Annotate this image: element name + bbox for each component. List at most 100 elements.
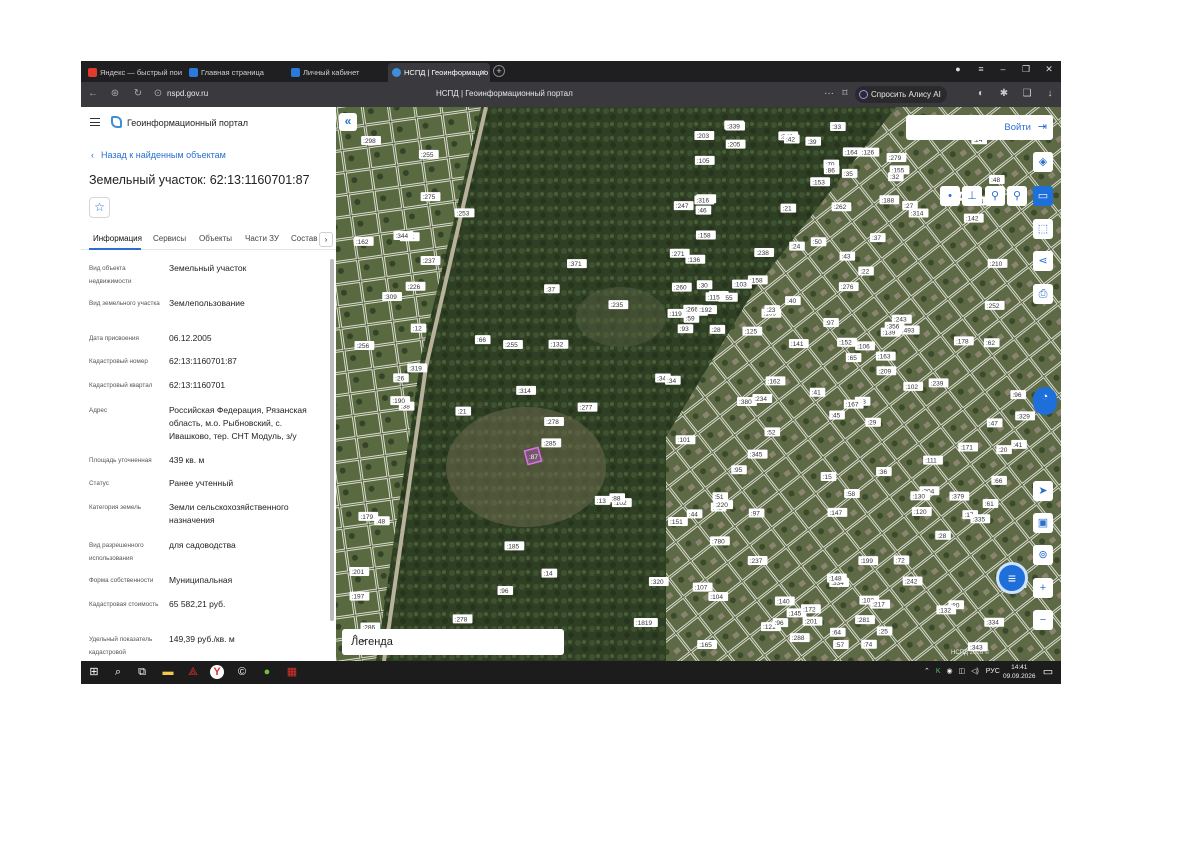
volume-icon[interactable]: ◁) [971,668,979,675]
ruler-icon[interactable]: ▭ [1033,186,1053,206]
parcel-label: :217 [872,602,885,609]
parcel-label: :171 [960,444,973,451]
parcel-label: :24 [791,244,800,251]
windows-taskbar: ⊞ ⌕ ⧉ ▬ ⟁ Y © ● ▦ ⌃ K ◉ ◫ ◁) РУС 14:41 0… [81,661,1061,684]
login-button[interactable]: Войти ⇥ [906,115,1053,140]
print-icon[interactable]: ⎙ [1033,284,1053,304]
measure-line-icon[interactable]: ⊥ [962,186,982,206]
ask-alisa-button[interactable]: Спросить Алису AI [855,86,947,103]
tab-parts[interactable]: Части ЗУ [245,234,279,243]
app-icon[interactable]: © [235,665,249,679]
file-explorer-icon[interactable]: ▬ [161,665,175,679]
parcel-label: :314 [911,211,924,218]
panel-scrollbar[interactable] [330,259,334,621]
new-tab-button[interactable]: + [493,65,505,77]
locate-icon[interactable]: ➤ [1033,481,1053,501]
parcel-label: :20 [998,447,1007,454]
minimize-icon[interactable]: – [996,64,1010,74]
chevron-left-icon: ‹ [91,150,94,160]
network-icon[interactable]: ◫ [959,668,966,675]
yandex-browser-taskbar-icon[interactable]: Y [210,665,224,679]
yandex-browser-icon[interactable]: ⊛ [108,88,122,99]
tray-arrow-icon[interactable]: ⌃ [924,668,930,675]
legend-dropdown[interactable]: Легенда ⌃⌄ [342,629,564,655]
back-to-results-link[interactable]: ‹ Назад к найденным объектам [91,150,226,160]
parcel-label: :50 [813,239,822,246]
zoom-in-button[interactable]: + [1033,578,1053,598]
tab-personal-account[interactable]: Личный кабинет [287,63,385,82]
point-tool-icon[interactable]: • [940,186,960,206]
parcel-label: :345 [750,452,763,459]
favorite-star-button[interactable]: ☆ [89,197,110,218]
pin-icon[interactable]: ⊚ [1033,545,1053,565]
share-icon[interactable]: ⋖ [1033,251,1053,271]
parcel-label: :158 [698,233,711,240]
reload-icon[interactable]: ↻ [131,88,145,99]
app-green-icon[interactable]: ● [260,665,274,679]
shield-icon[interactable]: ◐ [974,88,988,99]
collapse-panel-button[interactable]: « [339,113,357,131]
parcel-label: :52 [766,429,775,436]
extensions-icon[interactable]: ✱ [997,88,1011,99]
parcel-label: :239 [931,380,944,387]
tabs-scroll-right-button[interactable]: › [319,232,333,247]
parcel-label: :277 [580,405,593,412]
system-tray: ⌃ K ◉ ◫ ◁) РУС [924,667,1000,675]
screenshot-frame: Яндекс — быстрый поиск Главная страница … [81,61,1061,684]
map-view[interactable]: :38:162:26:201:12:48:255:241:275:319:298… [336,107,1061,661]
tab-services[interactable]: Сервисы [153,234,186,243]
profile-icon[interactable]: ● [951,64,965,74]
tab-information[interactable]: Информация [93,234,142,243]
parcel-label: :120 [914,509,927,516]
tab-objects[interactable]: Объекты [199,234,232,243]
acrobat-icon[interactable]: ⟁ [186,665,200,679]
menu-icon[interactable] [90,118,100,126]
download-icon[interactable]: ↓ [1043,88,1057,99]
tray-app-icon[interactable]: ◉ [946,668,952,675]
assistant-icon[interactable]: ◔ [1033,387,1057,415]
chat-icon[interactable]: ≡ [996,562,1028,594]
clock[interactable]: 14:41 09.09.2026 [1003,663,1036,681]
parcel-label: :1819 [636,620,653,627]
measure-radius-icon[interactable]: ⚲ [1007,186,1027,206]
close-window-icon[interactable]: ✕ [1042,64,1056,75]
parcel-label: :164 [845,149,858,156]
parcel-label: :314 [518,388,531,395]
tabs-menu-icon[interactable]: ≡ [974,64,988,74]
parcel-label: :95 [733,467,742,474]
language-indicator[interactable]: РУС [986,668,1000,675]
minimap-icon[interactable]: ▣ [1033,513,1053,533]
parcel-label: :288 [792,635,805,642]
windows-start-icon[interactable]: ⊞ [87,665,101,679]
notifications-icon[interactable]: ▭ [1041,665,1055,679]
bookmark-icon[interactable]: ⌑ [838,88,852,99]
search-icon[interactable]: ⌕ [111,665,125,679]
parcel-label: :192 [699,307,712,314]
kaspersky-icon[interactable]: K [936,668,941,675]
parcel-label: :205 [728,142,741,149]
parcel-label: :40 [787,298,796,305]
portal-logo-icon [111,116,122,128]
zoom-out-button[interactable]: − [1033,610,1053,630]
login-icon: ⇥ [1037,121,1047,133]
parcel-label: :32 [890,174,899,181]
close-tab-icon[interactable]: ✕ [480,63,486,82]
tab-nspd[interactable]: НСПД | Геоинформацио ✕ [388,63,490,82]
task-view-icon[interactable]: ⧉ [135,665,149,679]
tab-composition[interactable]: Состав [291,234,318,243]
parcel-label: :33 [832,124,841,131]
collections-icon[interactable]: ❏ [1020,88,1034,99]
restore-icon[interactable]: ❐ [1019,64,1033,75]
tab-yandex[interactable]: Яндекс — быстрый поиск [84,63,182,82]
tab-main-page[interactable]: Главная страница [185,63,283,82]
select-area-icon[interactable]: ⬚ [1033,219,1053,239]
parcel-label: :185 [506,543,519,550]
parcel-label: :62 [986,340,995,347]
more-icon[interactable]: ··· [822,88,836,99]
back-arrow-icon[interactable]: ← [86,88,100,99]
layers-icon[interactable]: ◈ [1033,152,1053,172]
url-text[interactable]: nspd.gov.ru [167,89,208,98]
parcel-label: :780 [712,538,725,545]
app-red-icon[interactable]: ▦ [285,665,299,679]
measure-area-icon[interactable]: ⚲ [985,186,1005,206]
